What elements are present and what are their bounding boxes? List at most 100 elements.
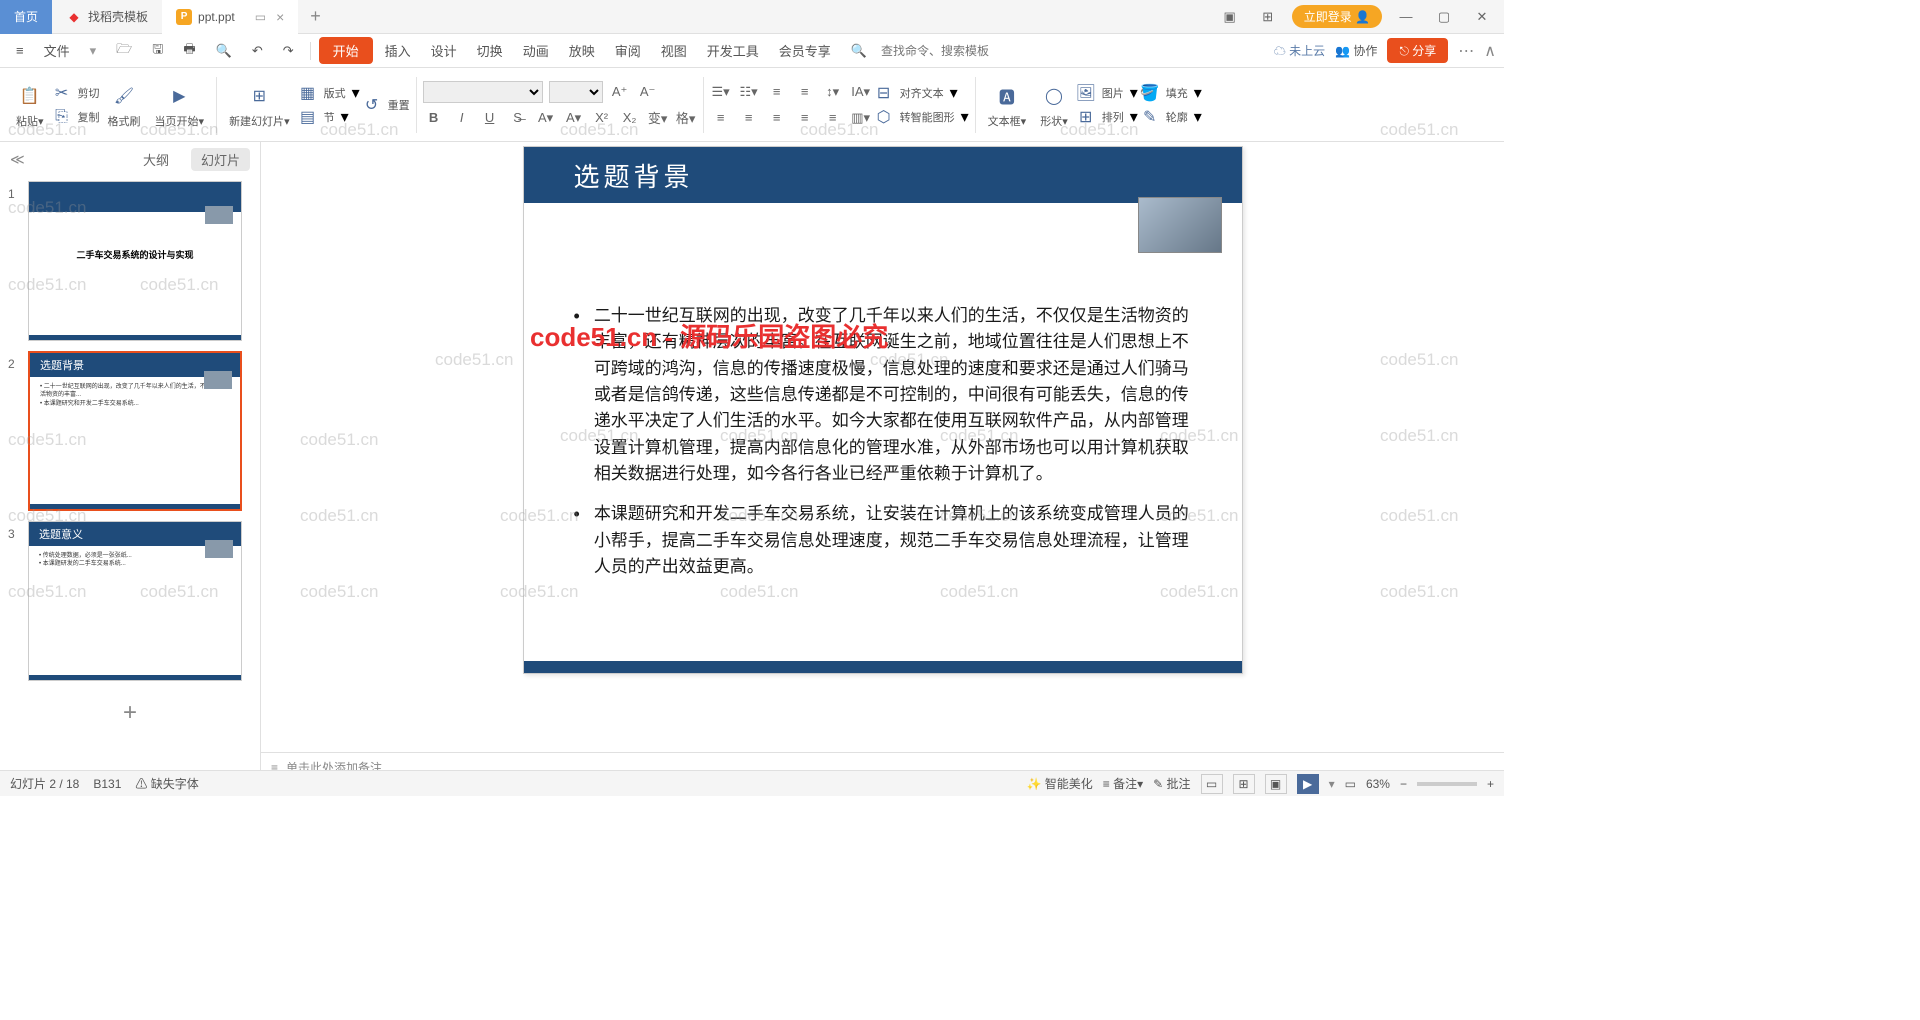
align-center-button[interactable]: ≡	[738, 107, 760, 129]
reset-icon[interactable]: ↺	[362, 95, 382, 115]
more-icon[interactable]: ⋯	[1458, 41, 1474, 61]
beautify-button[interactable]: ✨ 智能美化	[1026, 775, 1092, 792]
align-left-button[interactable]: ≡	[710, 107, 732, 129]
numbering-button[interactable]: ☷▾	[738, 81, 760, 103]
view-normal-icon[interactable]: ▭	[1201, 774, 1223, 794]
menu-dev[interactable]: 开发工具	[699, 41, 767, 60]
tab-template[interactable]: ◆找稻壳模板	[52, 0, 162, 34]
preview-icon[interactable]: 🔍	[208, 43, 240, 59]
italic-button[interactable]: I	[451, 107, 473, 129]
paste-button[interactable]: 粘贴▾	[16, 113, 44, 129]
file-menu[interactable]: 文件	[36, 41, 78, 60]
minimize-icon[interactable]: —	[1392, 9, 1420, 24]
tab-home[interactable]: 首页	[0, 0, 52, 34]
comments-button[interactable]: ✎ 批注	[1153, 775, 1190, 792]
smart-icon[interactable]: ⬡	[874, 107, 894, 127]
arrange-icon[interactable]: ⊞	[1076, 107, 1096, 127]
superscript-button[interactable]: X²	[591, 107, 613, 129]
present-icon[interactable]: ▭	[255, 10, 266, 24]
zoom-slider[interactable]	[1417, 782, 1477, 786]
image-icon[interactable]: 🖼	[1076, 83, 1096, 103]
subscript-button[interactable]: X₂	[619, 107, 641, 129]
char-format-button[interactable]: 变▾	[647, 107, 669, 129]
copy-icon[interactable]: ⎘	[52, 107, 72, 127]
font-size-select[interactable]	[549, 81, 603, 103]
bold-button[interactable]: B	[423, 107, 445, 129]
menu-design[interactable]: 设计	[423, 41, 465, 60]
cloud-status[interactable]: ☁ 未上云	[1274, 42, 1325, 59]
font-color-button[interactable]: A▾	[535, 107, 557, 129]
fill-icon[interactable]: 🪣	[1140, 83, 1160, 103]
format-button[interactable]: 格▾	[675, 107, 697, 129]
decrease-font-icon[interactable]: A⁻	[637, 81, 659, 103]
align-right-button[interactable]: ≡	[766, 107, 788, 129]
slide-title[interactable]: 选题背景	[524, 147, 1242, 203]
menu-animation[interactable]: 动画	[515, 41, 557, 60]
shape-icon[interactable]: ◯	[1041, 81, 1067, 111]
highlight-button[interactable]: A▾	[563, 107, 585, 129]
undo-icon[interactable]: ↶	[244, 43, 271, 59]
underline-button[interactable]: U	[479, 107, 501, 129]
align-text-icon[interactable]: ⊟	[874, 83, 894, 103]
slide-p2[interactable]: 本课题研究和开发二手车交易系统，让安装在计算机上的该系统变成管理人员的小帮手，提…	[594, 501, 1192, 580]
maximize-icon[interactable]: ▢	[1430, 9, 1458, 25]
missing-font[interactable]: ⚠ 缺失字体	[135, 775, 198, 792]
zoom-in-icon[interactable]: +	[1487, 777, 1494, 791]
login-button[interactable]: 立即登录 👤	[1292, 5, 1382, 28]
thumb-2[interactable]: 2 选题背景• 二十一世纪互联网的出现，改变了几千年以来人们的生活，不仅仅是生活…	[8, 351, 252, 511]
menu-review[interactable]: 审阅	[607, 41, 649, 60]
text-dir-button[interactable]: IA▾	[850, 81, 872, 103]
columns-button[interactable]: ▥▾	[850, 107, 872, 129]
font-family-select[interactable]	[423, 81, 543, 103]
new-tab-button[interactable]: +	[298, 6, 333, 27]
close-tab-icon[interactable]: ×	[276, 9, 284, 25]
line-spacing-button[interactable]: ↕▾	[822, 81, 844, 103]
menu-start[interactable]: 开始	[319, 37, 373, 64]
menu-insert[interactable]: 插入	[377, 41, 419, 60]
indent-left-button[interactable]: ≡	[766, 81, 788, 103]
view-sorter-icon[interactable]: ⊞	[1233, 774, 1255, 794]
from-current-icon[interactable]: ▶	[166, 81, 192, 111]
thumb-3[interactable]: 3 选题意义• 传统处理数据，必须是一张张纸...• 本课题研发的二手车交易系统…	[8, 521, 252, 681]
share-button[interactable]: ⎋ 分享	[1387, 38, 1448, 63]
layout-icon[interactable]: ▣	[1216, 9, 1244, 25]
print-icon[interactable]: 🖶	[175, 40, 203, 62]
increase-font-icon[interactable]: A⁺	[609, 81, 631, 103]
add-slide-button[interactable]: +	[123, 699, 137, 727]
slide-p1[interactable]: 二十一世纪互联网的出现，改变了几千年以来人们的生活，不仅仅是生活物资的丰富，还有…	[594, 303, 1192, 487]
bullets-button[interactable]: ☰▾	[710, 81, 732, 103]
menu-slideshow[interactable]: 放映	[561, 41, 603, 60]
outline-icon[interactable]: ✎	[1140, 107, 1160, 127]
open-icon[interactable]: 🗁	[108, 40, 140, 62]
zoom-out-icon[interactable]: −	[1400, 777, 1407, 791]
hamburger-icon[interactable]: ≡	[8, 43, 32, 58]
menu-vip[interactable]: 会员专享	[771, 41, 839, 60]
collapse-panel-icon[interactable]: ≪	[10, 151, 25, 168]
slide-canvas[interactable]: 选题背景 •二十一世纪互联网的出现，改变了几千年以来人们的生活，不仅仅是生活物资…	[523, 146, 1243, 674]
distribute-button[interactable]: ≡	[822, 107, 844, 129]
slides-tab[interactable]: 幻灯片	[191, 148, 250, 171]
outline-tab[interactable]: 大纲	[133, 148, 179, 171]
notes-button[interactable]: ≡ 备注▾	[1103, 775, 1143, 792]
zoom-level[interactable]: 63%	[1366, 777, 1390, 791]
layout-picker-icon[interactable]: ▦	[298, 83, 318, 103]
indent-right-button[interactable]: ≡	[794, 81, 816, 103]
format-painter-icon[interactable]: 🖌	[111, 81, 137, 111]
menu-view[interactable]: 视图	[653, 41, 695, 60]
save-icon[interactable]: 🖫	[144, 40, 171, 62]
search-input[interactable]	[879, 42, 1038, 60]
play-button[interactable]: ▶	[1297, 774, 1319, 794]
thumb-1[interactable]: 1 二手车交易系统的设计与实现	[8, 181, 252, 341]
section-icon[interactable]: ▤	[298, 107, 318, 127]
fit-page-icon[interactable]: ▭	[1345, 777, 1356, 791]
tab-ppt[interactable]: Pppt.ppt▭×	[162, 0, 298, 34]
view-reading-icon[interactable]: ▣	[1265, 774, 1287, 794]
align-justify-button[interactable]: ≡	[794, 107, 816, 129]
strike-button[interactable]: S̶	[507, 107, 529, 129]
apps-icon[interactable]: ⊞	[1254, 9, 1282, 25]
close-window-icon[interactable]: ✕	[1468, 9, 1496, 25]
expand-icon[interactable]: ∧	[1484, 41, 1496, 61]
redo-icon[interactable]: ↷	[275, 43, 302, 59]
new-slide-icon[interactable]: ⊞	[246, 81, 272, 111]
paste-icon[interactable]: 📋	[17, 81, 43, 111]
